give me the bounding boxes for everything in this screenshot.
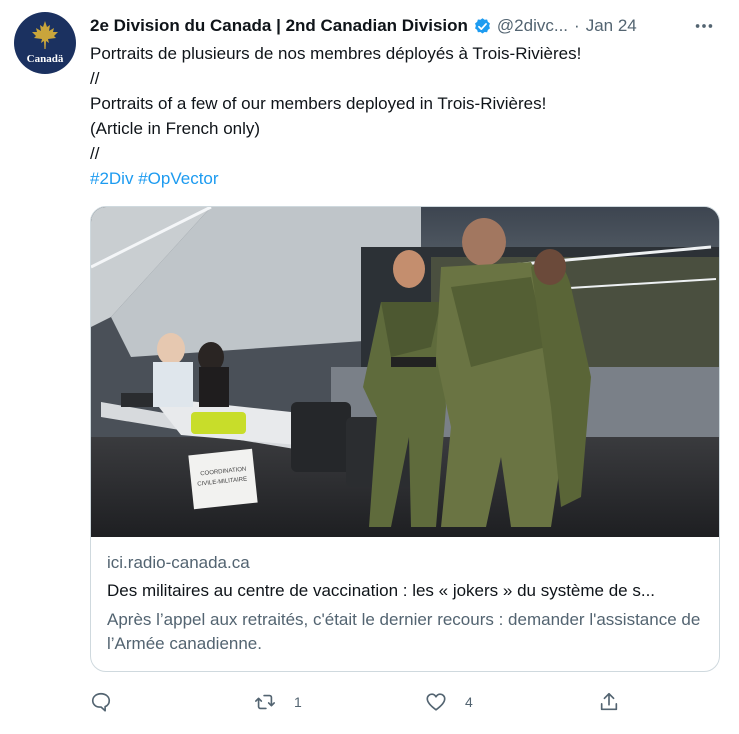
verified-badge-icon (474, 17, 490, 34)
tweet-text-line: // (90, 69, 100, 88)
profile-avatar[interactable]: Canadä (14, 12, 76, 74)
retweet-button[interactable]: 1 (254, 688, 302, 716)
tweet-text-line: // (90, 144, 100, 163)
card-title: Des militaires au centre de vaccination … (107, 581, 656, 600)
tweet-text: Portraits de plusieurs de nos membres dé… (90, 41, 710, 191)
share-icon (600, 692, 618, 711)
reply-icon (91, 692, 111, 712)
share-button[interactable] (598, 688, 638, 716)
card-description: Après l’appel aux retraités, c'était le … (107, 610, 701, 653)
hashtag-line: #2Div #OpVector (90, 166, 710, 191)
tweet-actions: 1 4 (90, 688, 720, 716)
like-count: 4 (465, 694, 473, 710)
link-preview-card[interactable]: COORDINATION CIVILE-MILITAIRE ici.radio-… (90, 206, 720, 672)
card-photo[interactable]: COORDINATION CIVILE-MILITAIRE (91, 207, 719, 537)
heart-icon (426, 693, 446, 711)
retweet-count: 1 (294, 694, 302, 710)
maple-leaf-icon (32, 21, 58, 49)
like-button[interactable]: 4 (425, 688, 473, 716)
reply-button[interactable] (90, 688, 130, 716)
tweet-text-line: (Article in French only) (90, 119, 261, 138)
retweet-icon (255, 694, 275, 710)
hashtag-link[interactable]: #OpVector (138, 169, 218, 188)
tweet-header: 2e Division du Canada | 2nd Canadian Div… (90, 14, 719, 38)
tweet-text-line: Portraits of a few of our members deploy… (90, 94, 547, 113)
author-name[interactable]: 2e Division du Canada | 2nd Canadian Div… (90, 16, 468, 36)
more-options-icon[interactable] (689, 12, 719, 40)
header-separator: · (574, 16, 580, 35)
avatar-wordmark: Canadä (26, 53, 64, 65)
author-handle[interactable]: @2divc... (497, 16, 568, 36)
card-domain: ici.radio-canada.ca (107, 553, 250, 572)
tweet-date[interactable]: Jan 24 (586, 16, 637, 36)
tweet-text-line: Portraits de plusieurs de nos membres dé… (90, 44, 582, 63)
hashtag-link[interactable]: #2Div (90, 169, 133, 188)
card-text: ici.radio-canada.ca Des militaires au ce… (107, 551, 707, 656)
